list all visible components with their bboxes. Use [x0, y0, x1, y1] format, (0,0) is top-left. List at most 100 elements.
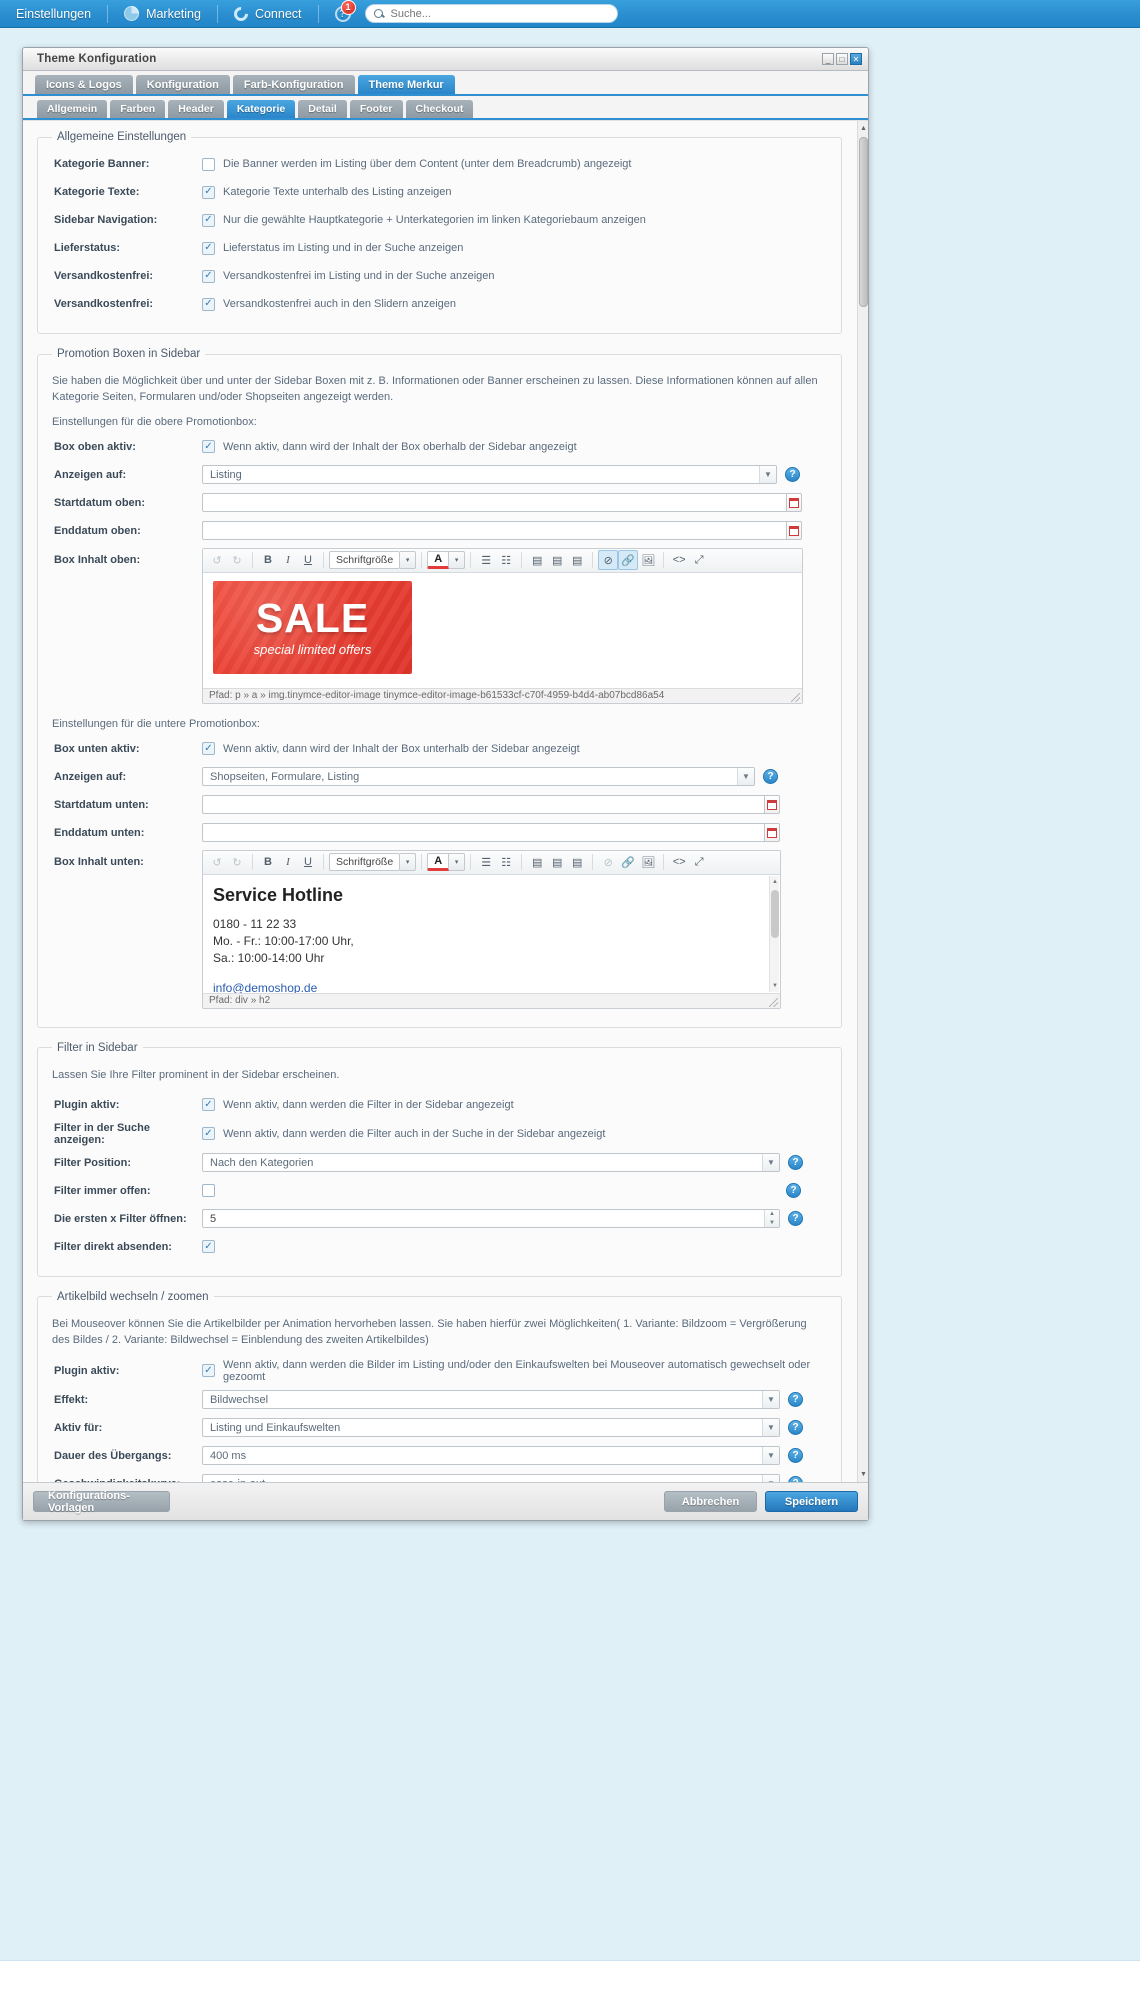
- checkbox-versandkostenfrei-slider[interactable]: ✓: [202, 297, 215, 311]
- numbered-list-icon[interactable]: ☷: [496, 852, 516, 872]
- editor-content-oben[interactable]: SALE special limited offers: [203, 573, 802, 688]
- help-icon-anzeigen-auf-unten[interactable]: ?: [763, 769, 778, 785]
- input-startdatum-unten[interactable]: [202, 795, 765, 815]
- select-effekt[interactable]: Bildwechsel ▼: [202, 1390, 780, 1410]
- checkbox-filter-direkt-absenden[interactable]: ✓: [202, 1240, 215, 1254]
- help-icon-dauer-uebergangs[interactable]: ?: [788, 1448, 803, 1464]
- select-aktiv-fuer[interactable]: Listing und Einkaufswelten ▼: [202, 1418, 780, 1438]
- sale-banner-image[interactable]: SALE special limited offers: [213, 580, 412, 674]
- italic-icon[interactable]: I: [278, 550, 298, 570]
- redo-icon[interactable]: ↻: [227, 550, 247, 570]
- help-icon-geschwindigkeitskurve[interactable]: ?: [788, 1476, 803, 1482]
- tab-checkout[interactable]: Checkout: [405, 100, 474, 118]
- checkbox-sidebar-navigation[interactable]: ✓: [202, 213, 215, 227]
- tab-allgemein[interactable]: Allgemein: [37, 100, 108, 118]
- align-left-icon[interactable]: ▤: [527, 550, 547, 570]
- checkbox-kategorie-banner[interactable]: [202, 157, 215, 171]
- konfigurations-vorlagen-button[interactable]: Konfigurations-Vorlagen: [33, 1490, 170, 1514]
- unlink-icon[interactable]: ⊘: [598, 852, 618, 872]
- page-scrollbar[interactable]: ▲ ▼: [857, 121, 868, 1482]
- checkbox-box-oben-aktiv[interactable]: ✓: [202, 440, 215, 454]
- spinner-ersten-x-filter[interactable]: 5 ▲ ▼: [202, 1209, 780, 1229]
- nav-item-marketing[interactable]: Marketing: [108, 0, 217, 28]
- editor-content-unten[interactable]: Service Hotline 0180 - 11 22 33 Mo. - Fr…: [203, 875, 780, 993]
- scroll-down-arrow-icon[interactable]: ▼: [771, 981, 779, 991]
- spinner-arrows[interactable]: ▲ ▼: [764, 1210, 779, 1228]
- align-right-icon[interactable]: ▤: [567, 550, 587, 570]
- editor-box-inhalt-unten[interactable]: ↺ ↻ B I U Schriftgröße ▾ A ▾ ☰ ☷ ▤ ▤ ▤ ⊘…: [202, 849, 781, 1009]
- editor-scrollbar-unten[interactable]: ▲ ▼: [769, 875, 779, 992]
- tab-footer[interactable]: Footer: [349, 100, 403, 118]
- save-button[interactable]: Speichern: [765, 1491, 858, 1512]
- undo-icon[interactable]: ↺: [207, 550, 227, 570]
- help-icon-ersten-x-filter[interactable]: ?: [788, 1211, 803, 1227]
- cancel-button[interactable]: Abbrechen: [664, 1491, 757, 1512]
- tab-icons-logos[interactable]: Icons & Logos: [35, 75, 133, 94]
- fontsize-select-unten[interactable]: Schriftgröße ▾: [329, 853, 417, 872]
- resize-grip-icon[interactable]: [769, 997, 778, 1007]
- align-right-icon[interactable]: ▤: [567, 852, 587, 872]
- fullscreen-icon[interactable]: ⤢: [689, 550, 709, 570]
- search-input[interactable]: [388, 6, 609, 21]
- scroll-up-arrow-icon[interactable]: ▲: [859, 123, 868, 134]
- italic-icon[interactable]: I: [278, 852, 298, 872]
- tab-farb-konfiguration[interactable]: Farb-Konfiguration: [232, 75, 355, 94]
- checkbox-zoom-plugin-aktiv[interactable]: ✓: [202, 1364, 215, 1378]
- link-icon[interactable]: 🔗: [618, 550, 639, 571]
- global-search[interactable]: [364, 4, 618, 23]
- bullet-list-icon[interactable]: ☰: [476, 550, 496, 570]
- undo-icon[interactable]: ↺: [207, 852, 227, 872]
- help-icon-effekt[interactable]: ?: [788, 1392, 803, 1408]
- checkbox-filter-plugin-aktiv[interactable]: ✓: [202, 1098, 215, 1112]
- editor-box-inhalt-oben[interactable]: ↺ ↻ B I U Schriftgröße ▾ A ▾ ☰ ☷ ▤ ▤ ▤ ⊘…: [202, 547, 803, 704]
- underline-icon[interactable]: U: [298, 852, 318, 872]
- textcolor-select-unten[interactable]: A ▾: [427, 853, 466, 872]
- fontsize-select-oben[interactable]: Schriftgröße ▾: [329, 551, 417, 570]
- select-anzeigen-auf-unten[interactable]: Shopseiten, Formulare, Listing ▼: [202, 767, 755, 787]
- select-anzeigen-auf-oben[interactable]: Listing ▼: [202, 465, 777, 485]
- hotline-email-link[interactable]: info@demoshop.de: [213, 981, 317, 992]
- source-code-icon[interactable]: <>: [669, 852, 689, 872]
- input-enddatum-oben[interactable]: [202, 521, 787, 541]
- resize-grip-icon[interactable]: [791, 692, 800, 702]
- minimize-button[interactable]: _: [822, 53, 834, 65]
- fullscreen-icon[interactable]: ⤢: [689, 852, 709, 872]
- textcolor-select-oben[interactable]: A ▾: [427, 551, 466, 570]
- calendar-icon-startdatum-unten[interactable]: [765, 795, 780, 815]
- calendar-icon-enddatum-oben[interactable]: [787, 521, 802, 541]
- select-dauer-uebergangs[interactable]: 400 ms ▼: [202, 1446, 780, 1466]
- input-enddatum-unten[interactable]: [202, 823, 765, 843]
- tab-kategorie[interactable]: Kategorie: [226, 100, 296, 118]
- link-icon[interactable]: 🔗: [618, 852, 638, 872]
- source-code-icon[interactable]: <>: [669, 550, 689, 570]
- close-button[interactable]: ✕: [850, 53, 862, 65]
- redo-icon[interactable]: ↻: [227, 852, 247, 872]
- help-icon-anzeigen-auf-oben[interactable]: ?: [785, 467, 800, 483]
- tab-header[interactable]: Header: [168, 100, 224, 118]
- numbered-list-icon[interactable]: ☷: [496, 550, 516, 570]
- scroll-down-arrow-icon[interactable]: ▼: [859, 1469, 868, 1480]
- bold-icon[interactable]: B: [258, 852, 278, 872]
- scroll-up-arrow-icon[interactable]: ▲: [771, 877, 779, 887]
- checkbox-lieferstatus[interactable]: ✓: [202, 241, 215, 255]
- unlink-icon[interactable]: ⊘: [598, 550, 619, 571]
- page-scrollbar-thumb[interactable]: [859, 137, 868, 307]
- tab-theme-merkur[interactable]: Theme Merkur: [357, 75, 455, 94]
- underline-icon[interactable]: U: [298, 550, 318, 570]
- image-icon[interactable]: 🖼: [638, 852, 658, 872]
- input-startdatum-oben[interactable]: [202, 493, 787, 513]
- align-center-icon[interactable]: ▤: [547, 852, 567, 872]
- nav-item-connect[interactable]: Connect: [218, 0, 318, 28]
- tab-konfiguration[interactable]: Konfiguration: [135, 75, 230, 94]
- bullet-list-icon[interactable]: ☰: [476, 852, 496, 872]
- tab-detail[interactable]: Detail: [298, 100, 347, 118]
- calendar-icon-startdatum-oben[interactable]: [787, 493, 802, 513]
- align-left-icon[interactable]: ▤: [527, 852, 547, 872]
- help-icon-filter-position[interactable]: ?: [788, 1155, 803, 1171]
- image-icon[interactable]: 🖼: [638, 550, 658, 570]
- maximize-button[interactable]: □: [836, 53, 848, 65]
- bold-icon[interactable]: B: [258, 550, 278, 570]
- tab-farben[interactable]: Farben: [110, 100, 166, 118]
- checkbox-filter-immer-offen[interactable]: [202, 1184, 215, 1198]
- calendar-icon-enddatum-unten[interactable]: [765, 823, 780, 843]
